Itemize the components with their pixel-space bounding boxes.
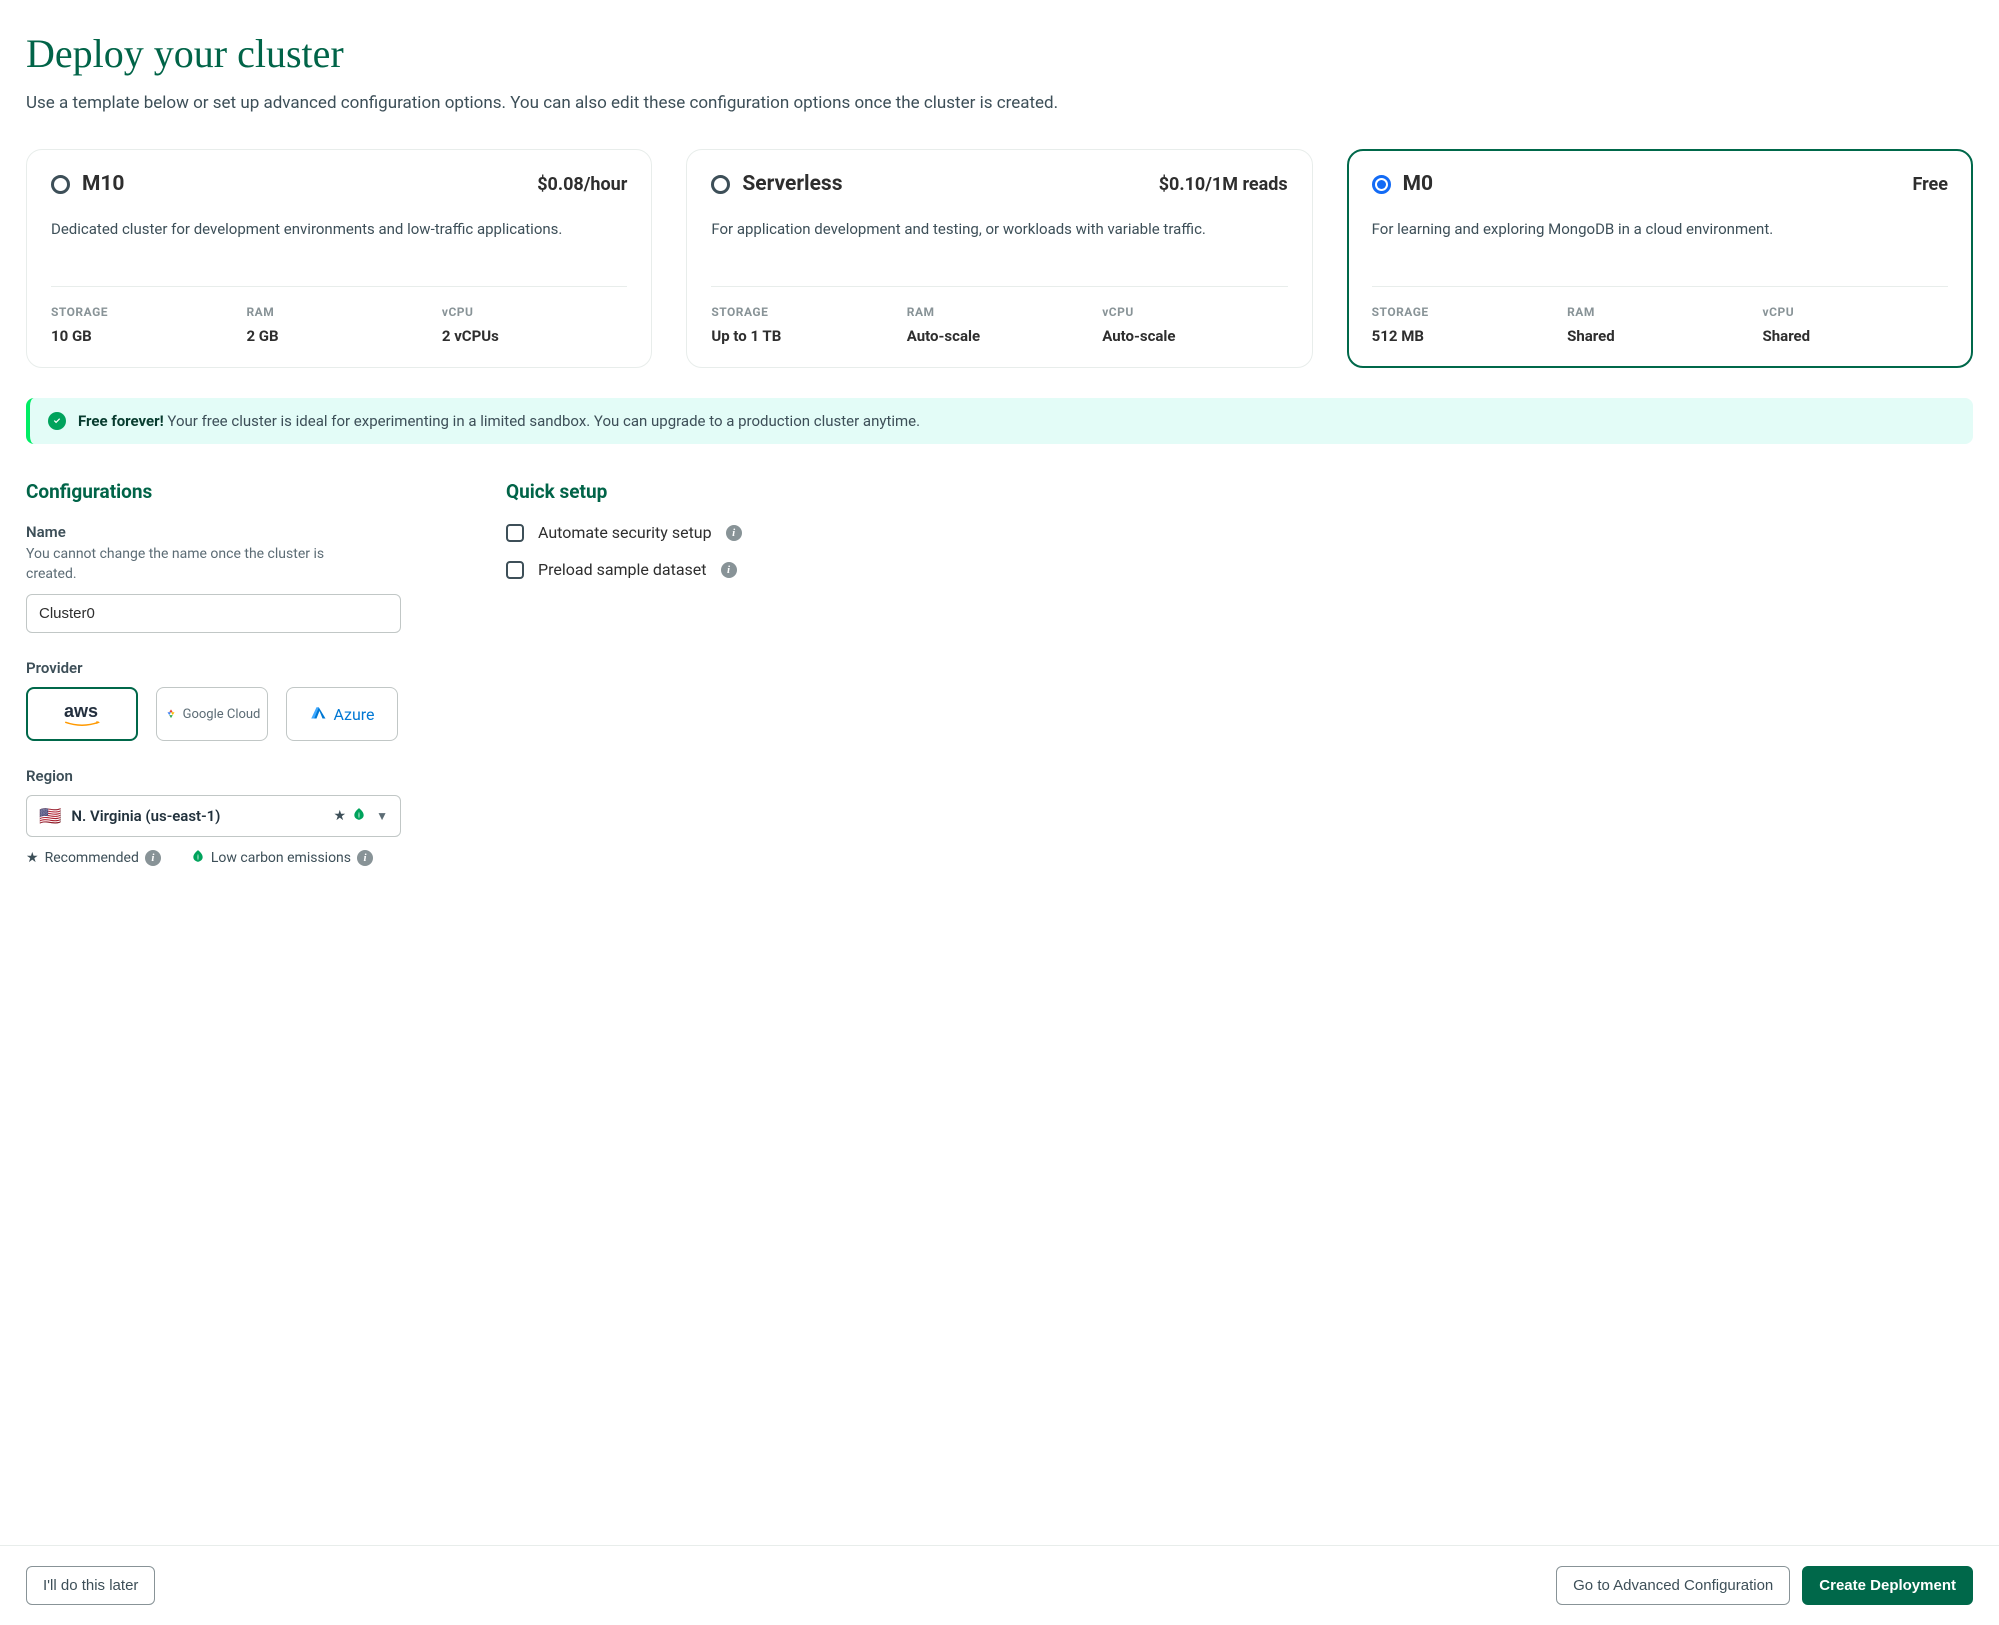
info-icon[interactable]: i (721, 562, 737, 578)
aws-logo-icon: aws (64, 701, 100, 727)
spec-value: 10 GB (51, 327, 236, 345)
tier-price: $0.08/hour (537, 174, 627, 195)
leaf-icon (352, 807, 366, 825)
provider-aws[interactable]: aws (26, 687, 138, 741)
free-banner: Free forever! Your free cluster is ideal… (26, 398, 1973, 444)
google-cloud-icon (164, 707, 178, 721)
radio-icon (711, 175, 730, 194)
tier-m0[interactable]: M0 Free For learning and exploring Mongo… (1347, 149, 1973, 368)
info-icon[interactable]: i (145, 850, 161, 866)
provider-label-text: Google Cloud (183, 707, 261, 722)
spec-value: 2 vCPUs (442, 327, 627, 345)
option-automate-security[interactable]: Automate security setup i (506, 523, 1973, 542)
spec-label: vCPU (1102, 305, 1287, 319)
provider-options: aws Google Cloud Azure (26, 687, 426, 741)
spec-label: vCPU (442, 305, 627, 319)
check-circle-icon (48, 412, 66, 430)
info-icon[interactable]: i (357, 850, 373, 866)
leaf-icon (191, 849, 205, 867)
option-preload-sample[interactable]: Preload sample dataset i (506, 560, 1973, 579)
provider-label-text: Azure (333, 705, 374, 724)
legend-recommended: Recommended (45, 850, 139, 866)
spec-label: STORAGE (51, 305, 236, 319)
region-label: Region (26, 767, 426, 785)
radio-icon (51, 175, 70, 194)
region-value: N. Virginia (us-east-1) (71, 807, 323, 825)
spec-value: 512 MB (1372, 327, 1557, 345)
section-title: Quick setup (506, 480, 1973, 503)
checkbox-icon[interactable] (506, 524, 524, 542)
spec-value: Shared (1567, 327, 1752, 345)
tier-options: M10 $0.08/hour Dedicated cluster for dev… (26, 149, 1973, 368)
star-icon: ★ (26, 850, 39, 866)
name-help: You cannot change the name once the clus… (26, 545, 366, 584)
spec-value: Auto-scale (1102, 327, 1287, 345)
tier-description: Dedicated cluster for development enviro… (51, 218, 627, 264)
azure-icon (309, 705, 327, 723)
tier-name: M0 (1403, 172, 1433, 196)
page-subtitle: Use a template below or set up advanced … (26, 93, 1973, 113)
region-select[interactable]: 🇺🇸 N. Virginia (us-east-1) ★ ▼ (26, 795, 401, 837)
checkbox-icon[interactable] (506, 561, 524, 579)
spec-value: Up to 1 TB (711, 327, 896, 345)
tier-description: For learning and exploring MongoDB in a … (1372, 218, 1948, 264)
tier-m10[interactable]: M10 $0.08/hour Dedicated cluster for dev… (26, 149, 652, 368)
name-label: Name (26, 523, 426, 541)
info-icon[interactable]: i (726, 525, 742, 541)
provider-label: Provider (26, 659, 426, 677)
spec-label: STORAGE (1372, 305, 1557, 319)
spec-value: Auto-scale (907, 327, 1092, 345)
section-title: Configurations (26, 480, 426, 503)
region-legend: ★ Recommended i Low carbon emissions i (26, 849, 426, 867)
provider-azure[interactable]: Azure (286, 687, 398, 741)
footer-actions: I'll do this later Go to Advanced Config… (0, 1545, 1999, 1625)
star-icon: ★ (334, 808, 347, 824)
spec-label: RAM (1567, 305, 1752, 319)
spec-value: Shared (1763, 327, 1948, 345)
tier-description: For application development and testing,… (711, 218, 1287, 264)
spec-label: vCPU (1763, 305, 1948, 319)
us-flag-icon: 🇺🇸 (39, 806, 61, 827)
option-label: Preload sample dataset (538, 560, 707, 579)
spec-label: RAM (907, 305, 1092, 319)
chevron-down-icon: ▼ (376, 809, 388, 823)
tier-price: $0.10/1M reads (1159, 174, 1288, 195)
tier-name: Serverless (742, 172, 842, 196)
spec-label: STORAGE (711, 305, 896, 319)
radio-icon-checked (1372, 175, 1391, 194)
provider-gcp[interactable]: Google Cloud (156, 687, 268, 741)
page-title: Deploy your cluster (26, 30, 1973, 77)
option-label: Automate security setup (538, 523, 712, 542)
tier-serverless[interactable]: Serverless $0.10/1M reads For applicatio… (686, 149, 1312, 368)
banner-text: Your free cluster is ideal for experimen… (167, 412, 920, 430)
create-deployment-button[interactable]: Create Deployment (1802, 1566, 1973, 1605)
spec-label: RAM (246, 305, 431, 319)
legend-low-carbon: Low carbon emissions (211, 850, 351, 866)
do-later-button[interactable]: I'll do this later (26, 1566, 155, 1605)
tier-price: Free (1912, 174, 1948, 195)
cluster-name-input[interactable] (26, 594, 401, 633)
advanced-config-button[interactable]: Go to Advanced Configuration (1556, 1566, 1790, 1605)
banner-strong: Free forever! (78, 412, 164, 430)
configurations-section: Configurations Name You cannot change th… (26, 480, 426, 867)
tier-name: M10 (82, 172, 124, 196)
spec-value: 2 GB (246, 327, 431, 345)
quick-setup-section: Quick setup Automate security setup i Pr… (506, 480, 1973, 867)
